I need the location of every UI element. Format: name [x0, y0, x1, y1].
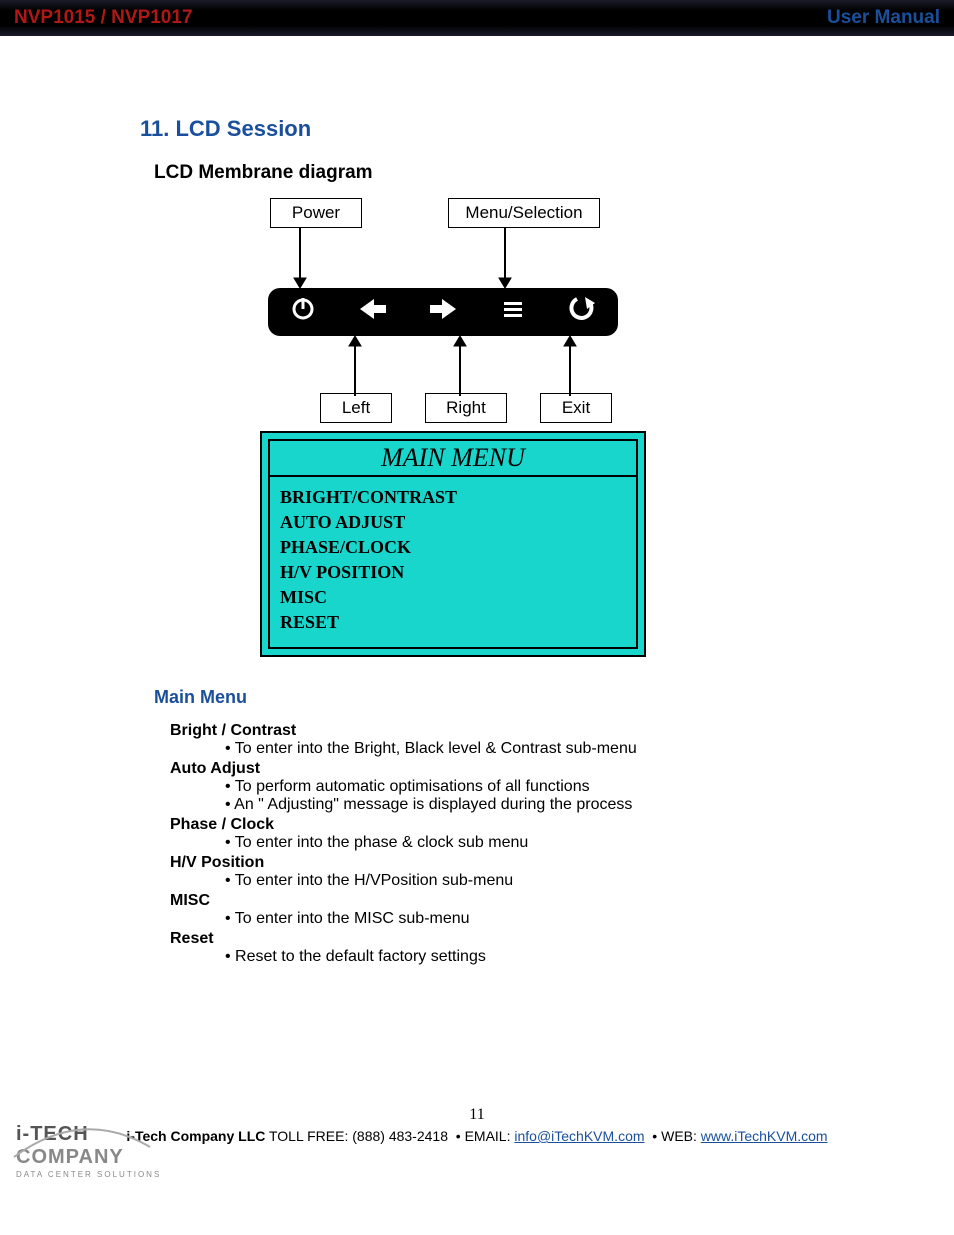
definition-bullet: • To enter into the Bright, Black level …	[225, 740, 854, 758]
main-menu-heading: Main Menu	[154, 687, 854, 708]
web-link[interactable]: www.iTechKVM.com	[701, 1128, 828, 1144]
email-label: EMAIL:	[465, 1128, 515, 1144]
right-arrow-icon	[419, 296, 467, 329]
menu-icon	[489, 297, 537, 328]
page-number: 11	[0, 1106, 954, 1124]
definition-term: Phase / Clock	[170, 816, 854, 834]
web-label: WEB:	[661, 1128, 701, 1144]
diagram-title: LCD Membrane diagram	[154, 162, 854, 184]
definition-bullet: • Reset to the default factory settings	[225, 948, 854, 966]
definition-bullet: • To enter into the H/VPosition sub-menu	[225, 872, 854, 890]
definition-term: Auto Adjust	[170, 760, 854, 778]
arrow-up-icon	[450, 336, 470, 396]
tollfree-label: TOLL FREE:	[265, 1128, 352, 1144]
lcd-item: PHASE/CLOCK	[280, 537, 626, 558]
company-logo: i-TECH COMPANY DATA CENTER SOLUTIONS	[16, 1123, 161, 1180]
logo-line1: i-TECH	[16, 1123, 89, 1145]
definitions-list: Bright / Contrast• To enter into the Bri…	[170, 722, 854, 966]
lcd-menu-title: MAIN MENU	[270, 441, 636, 477]
tollfree-number: (888) 483-2418	[352, 1128, 448, 1144]
label-exit: Exit	[540, 393, 612, 423]
header-product: NVP1015 / NVP1017	[14, 7, 193, 29]
lcd-item: MISC	[280, 587, 626, 608]
label-left: Left	[320, 393, 392, 423]
logo-line2: COMPANY	[16, 1146, 124, 1168]
definition-bullet: • To perform automatic optimisations of …	[225, 778, 854, 796]
definition-term: Reset	[170, 930, 854, 948]
header-doc-type: User Manual	[827, 7, 940, 29]
definition-term: Bright / Contrast	[170, 722, 854, 740]
definition-bullet: • An " Adjusting" message is displayed d…	[225, 796, 854, 814]
section-title: 11. LCD Session	[140, 116, 854, 142]
footer: 11 i-Tech Company LLC TOLL FREE: (888) 4…	[0, 1106, 954, 1186]
exit-icon	[559, 295, 607, 330]
button-strip	[268, 288, 618, 336]
logo-line3: DATA CENTER SOLUTIONS	[16, 1170, 161, 1179]
definition-term: MISC	[170, 892, 854, 910]
arrow-up-icon	[560, 336, 580, 396]
label-power: Power	[270, 198, 362, 228]
definition-bullet: • To enter into the phase & clock sub me…	[225, 834, 854, 852]
power-icon	[279, 296, 327, 329]
lcd-item: RESET	[280, 612, 626, 633]
lcd-item: H/V POSITION	[280, 562, 626, 583]
membrane-diagram: Power Menu/Selection Left Right Exit	[260, 198, 740, 423]
header-bar: NVP1015 / NVP1017 User Manual	[0, 0, 954, 36]
definition-term: H/V Position	[170, 854, 854, 872]
lcd-menu-box: MAIN MENU BRIGHT/CONTRAST AUTO ADJUST PH…	[260, 431, 646, 657]
lcd-item: AUTO ADJUST	[280, 512, 626, 533]
arrow-down-icon	[290, 228, 310, 288]
email-link[interactable]: info@iTechKVM.com	[514, 1128, 644, 1144]
arrow-up-icon	[345, 336, 365, 396]
label-right: Right	[425, 393, 507, 423]
label-menu: Menu/Selection	[448, 198, 600, 228]
arrow-down-icon	[495, 228, 515, 288]
lcd-item: BRIGHT/CONTRAST	[280, 487, 626, 508]
definition-bullet: • To enter into the MISC sub-menu	[225, 910, 854, 928]
left-arrow-icon	[349, 296, 397, 329]
